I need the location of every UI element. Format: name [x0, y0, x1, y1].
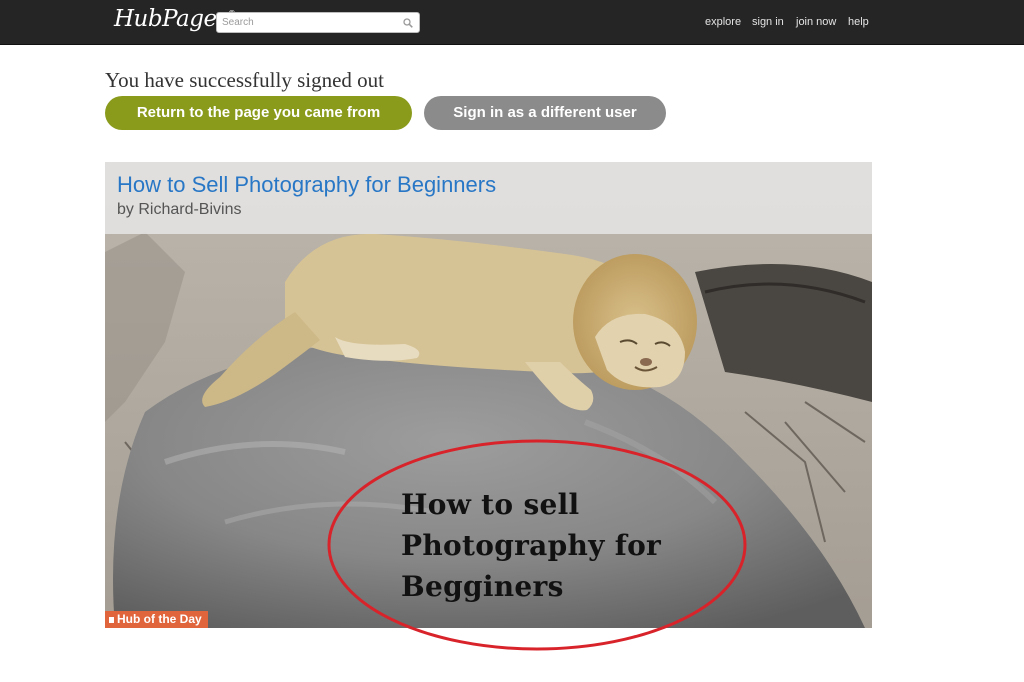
nav-help-link[interactable]: help	[848, 16, 869, 28]
search-box	[216, 12, 420, 33]
return-to-page-button[interactable]: Return to the page you came from	[105, 96, 412, 130]
featured-hub-card[interactable]: How to Sell Photography for Beginners by…	[105, 162, 872, 628]
photo-caption: How to sell Photography for Begginers	[401, 484, 701, 607]
nav-sign-in-link[interactable]: sign in	[752, 16, 784, 28]
search-icon[interactable]	[403, 18, 413, 28]
nav-join-now-link[interactable]: join now	[796, 16, 836, 28]
hub-title-overlay: How to Sell Photography for Beginners by…	[105, 162, 872, 234]
hub-author[interactable]: by Richard-Bivins	[117, 201, 241, 219]
sign-in-different-user-button[interactable]: Sign in as a different user	[424, 96, 666, 130]
hub-of-the-day-badge: Hub of the Day	[105, 611, 208, 628]
bag-icon	[109, 617, 114, 623]
logo-text: HubPages	[114, 6, 228, 32]
photo-caption-line: How to sell	[401, 488, 580, 521]
search-input[interactable]	[222, 15, 398, 30]
hub-title-link[interactable]: How to Sell Photography for Beginners	[117, 172, 496, 198]
photo-caption-line: Begginers	[401, 570, 564, 603]
badge-label: Hub of the Day	[117, 612, 202, 626]
signed-out-message: You have successfully signed out	[105, 68, 385, 92]
top-bar: HubPages® explore sign in join now help	[0, 0, 1024, 45]
photo-caption-line: Photography for	[401, 529, 662, 562]
nav-explore-link[interactable]: explore	[705, 16, 741, 28]
